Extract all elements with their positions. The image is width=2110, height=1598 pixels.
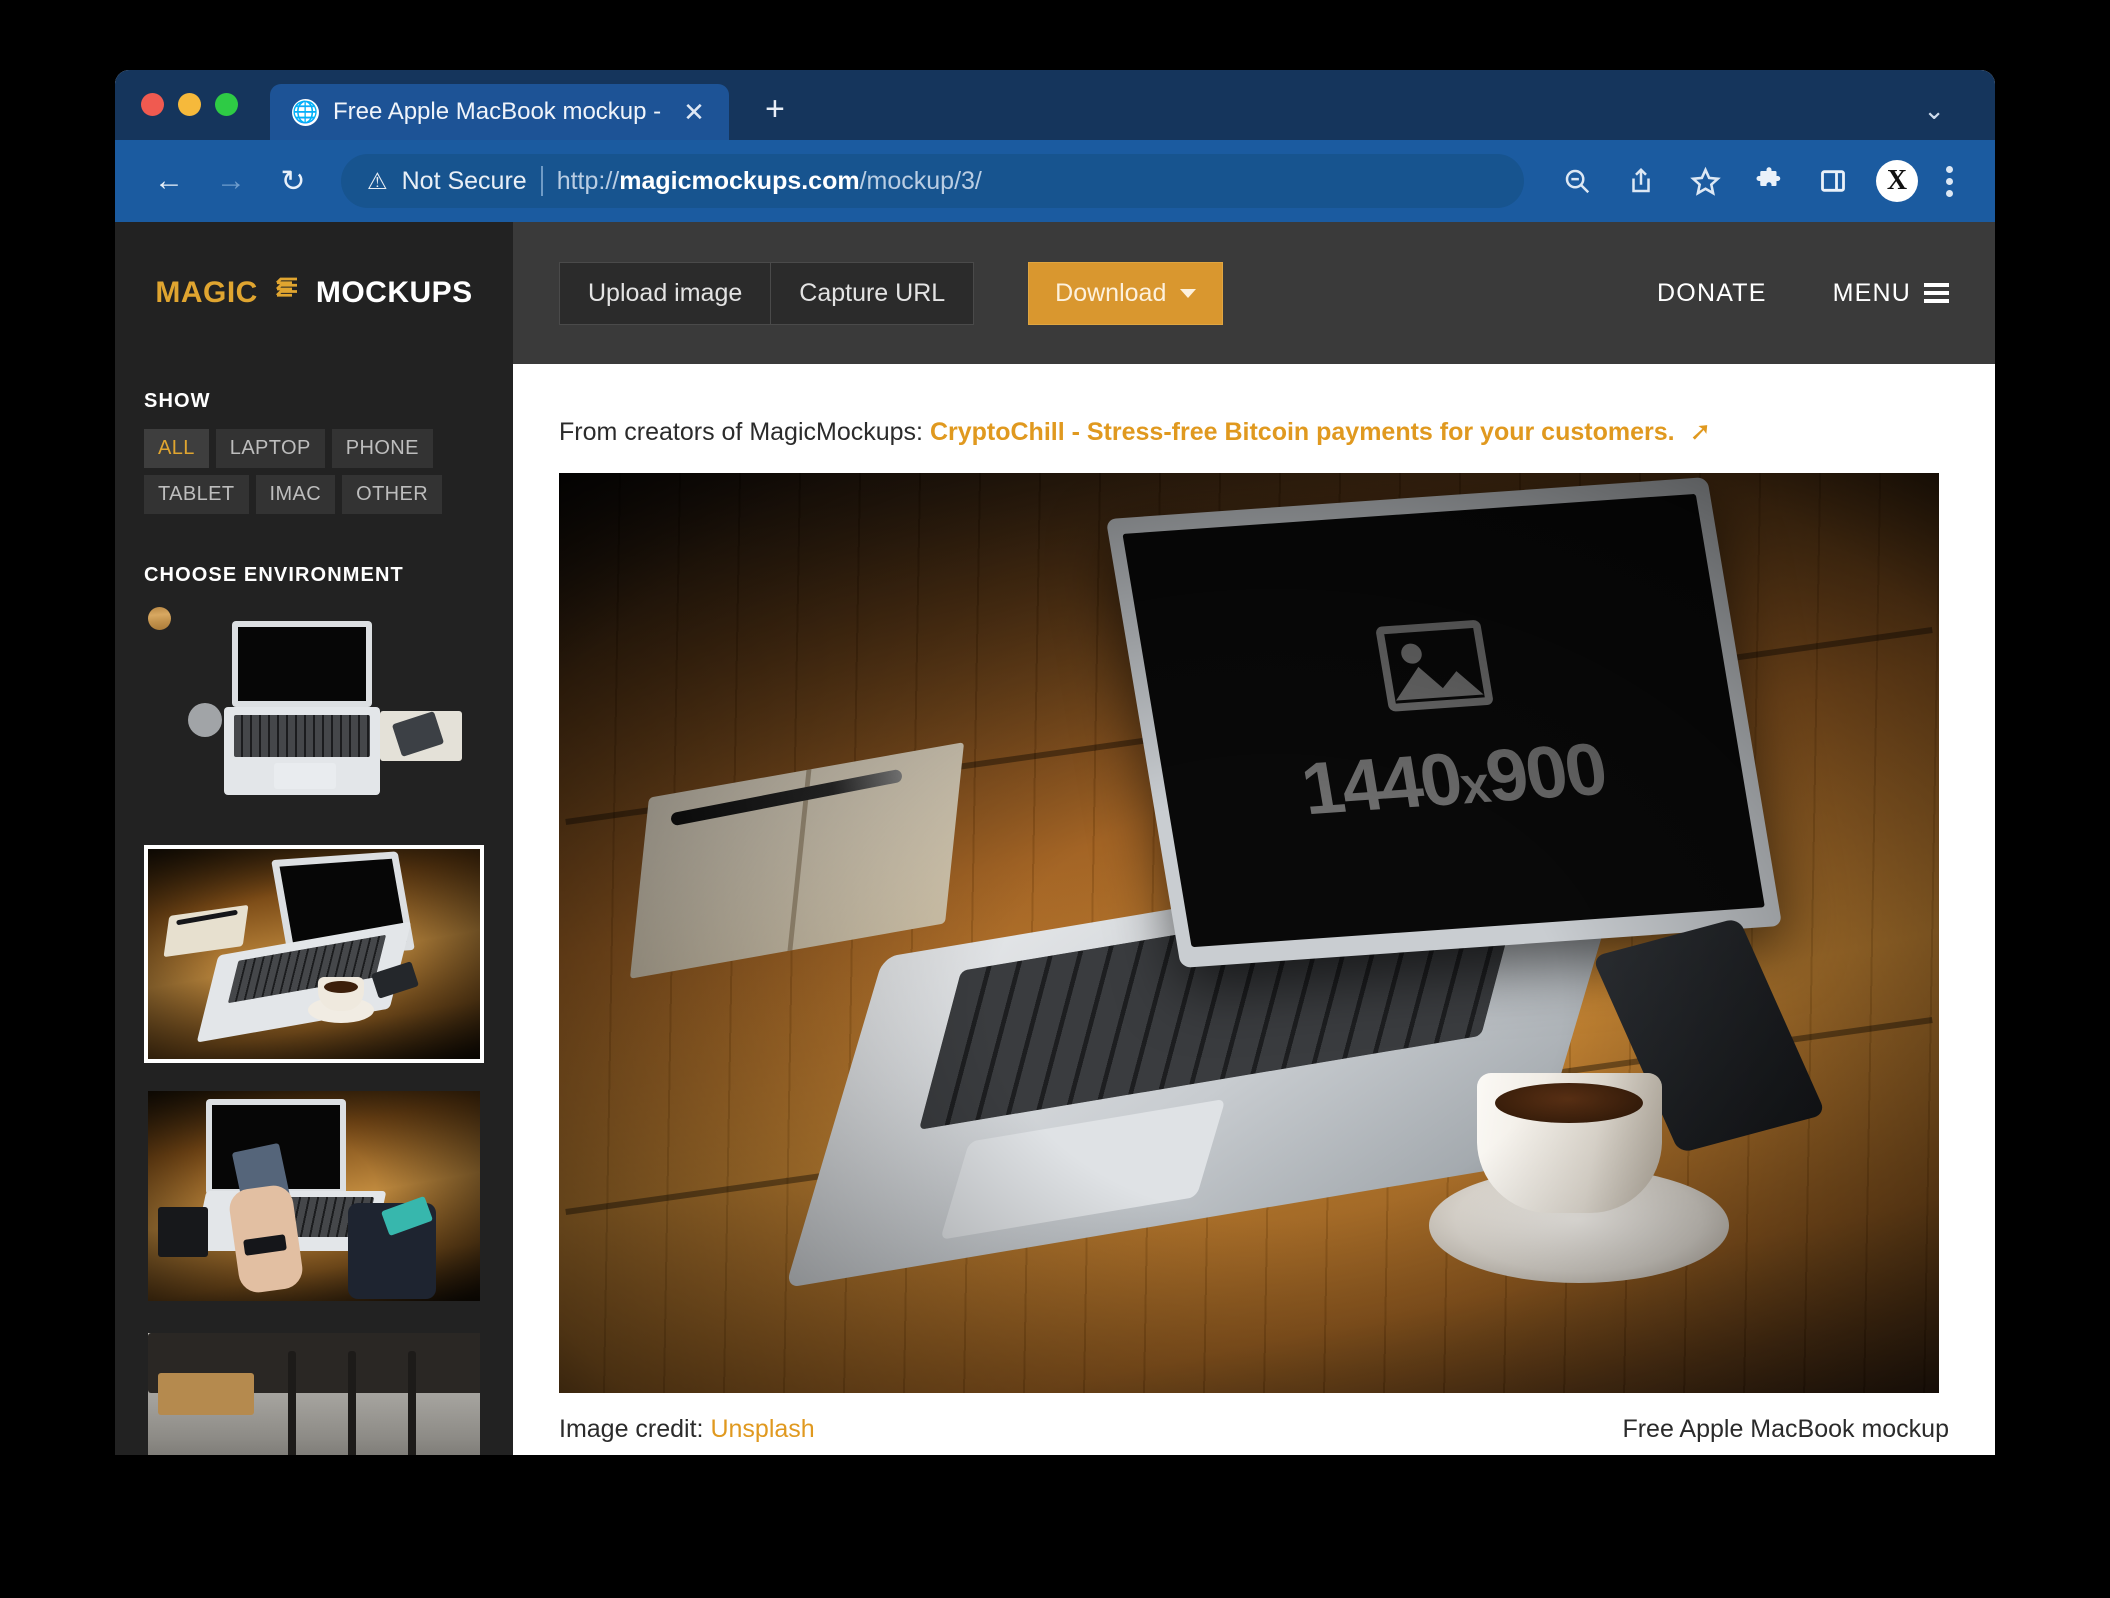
thumbnail-image	[148, 849, 480, 1059]
capture-url-button[interactable]: Capture URL	[771, 261, 975, 325]
side-panel-icon[interactable]	[1806, 154, 1860, 208]
arrow-right-icon: ➚	[1689, 416, 1712, 446]
donate-link[interactable]: DONATE	[1657, 279, 1767, 308]
window-traffic-lights	[141, 70, 238, 140]
promo-banner: From creators of MagicMockups: CryptoChi…	[513, 364, 1995, 447]
filter-chip-tablet[interactable]: TABLET	[144, 475, 249, 514]
browser-tab-active[interactable]: 🌐 Free Apple MacBook mockup - ✕	[270, 84, 729, 140]
download-button-label: Download	[1055, 278, 1167, 307]
mockup-preview-image[interactable]: 1440x900	[559, 473, 1939, 1393]
hamburger-menu-icon	[1924, 283, 1949, 303]
filter-chip-group: ALL LAPTOP PHONE TABLET IMAC OTHER	[115, 429, 513, 514]
menu-button[interactable]: MENU	[1833, 279, 1949, 308]
mockup-title: Free Apple MacBook mockup	[1622, 1415, 1949, 1443]
close-window-button[interactable]	[141, 92, 164, 116]
app-header: Upload image Capture URL Download DONATE…	[513, 222, 1995, 364]
environment-thumbnail-laptop-coffee[interactable]	[144, 845, 484, 1063]
share-icon[interactable]	[1614, 154, 1668, 208]
filter-chip-other[interactable]: OTHER	[342, 475, 443, 514]
stacked-layers-icon	[272, 274, 302, 312]
environment-thumbnail-laptop-topdown[interactable]	[144, 603, 484, 821]
url-text: http://magicmockups.com/mockup/3/	[557, 167, 982, 196]
image-credit-prefix: Image credit:	[559, 1415, 704, 1443]
minimize-window-button[interactable]	[178, 92, 201, 116]
browser-window: 🌐 Free Apple MacBook mockup - ✕ + ⌄ ← → …	[115, 70, 1995, 1455]
brand-mockups-text: MOCKUPS	[315, 276, 473, 309]
promo-prefix: From creators of MagicMockups:	[559, 418, 923, 446]
url-host: magicmockups.com	[619, 166, 860, 195]
chevron-down-icon	[1180, 288, 1197, 298]
maximize-window-button[interactable]	[215, 92, 238, 116]
show-heading: SHOW	[144, 390, 211, 412]
header-right-group: DONATE MENU	[1657, 279, 1949, 308]
new-tab-button[interactable]: +	[765, 92, 785, 126]
not-secure-warning-icon: ⚠	[367, 167, 388, 194]
brand-logo[interactable]: MAGIC MOCKUPS	[115, 222, 513, 364]
mockup-footer: Image credit: Unsplash Free Apple MacBoo…	[559, 1415, 1949, 1444]
main-column: Upload image Capture URL Download DONATE…	[513, 222, 1995, 1455]
filter-chip-all[interactable]: ALL	[144, 429, 209, 468]
browser-toolbar: ← → ↻ ⚠ Not Secure http://magicmockups.c…	[115, 140, 1995, 222]
environment-section: CHOOSE ENVIRONMENT	[115, 514, 513, 1455]
address-bar[interactable]: ⚠ Not Secure http://magicmockups.com/moc…	[341, 154, 1524, 208]
unsplash-link[interactable]: Unsplash	[710, 1415, 814, 1443]
browser-menu-button[interactable]	[1934, 165, 1965, 197]
upload-image-button[interactable]: Upload image	[559, 261, 772, 325]
extensions-puzzle-icon[interactable]	[1742, 154, 1796, 208]
environment-thumbnail-person-phone[interactable]	[144, 1087, 484, 1305]
sidebar: MAGIC MOCKUPS SHOW ALL LAPTOP PHONE TABL…	[115, 222, 513, 1455]
filter-chip-phone[interactable]: PHONE	[331, 429, 433, 468]
security-status-label: Not Secure	[401, 166, 527, 195]
thumbnail-image	[148, 1333, 480, 1455]
filter-chip-laptop[interactable]: LAPTOP	[215, 429, 325, 468]
show-section: SHOW ALL LAPTOP PHONE TABLET IMAC OTHER	[115, 364, 513, 514]
profile-avatar[interactable]: X	[1876, 160, 1918, 202]
brand-magic-text: MAGIC	[155, 276, 258, 309]
environment-heading: CHOOSE ENVIRONMENT	[144, 564, 404, 586]
menu-button-label: MENU	[1832, 278, 1911, 307]
close-icon[interactable]: ✕	[675, 99, 713, 125]
reload-button[interactable]: ↻	[267, 155, 319, 207]
browser-tab-title: Free Apple MacBook mockup -	[333, 98, 662, 125]
environment-thumbnail-list	[115, 603, 513, 1455]
url-scheme: http://	[556, 166, 620, 195]
thumbnail-image	[148, 607, 480, 817]
thumbnail-image	[148, 1091, 480, 1301]
tab-strip: 🌐 Free Apple MacBook mockup - ✕ + ⌄	[115, 70, 1995, 140]
url-path: /mockup/3/	[859, 166, 982, 195]
forward-button[interactable]: →	[205, 155, 257, 207]
content-area: From creators of MagicMockups: CryptoChi…	[513, 364, 1995, 1455]
page-viewport: MAGIC MOCKUPS SHOW ALL LAPTOP PHONE TABL…	[115, 222, 1995, 1455]
photo-vignette	[559, 473, 1939, 1393]
filter-chip-imac[interactable]: IMAC	[255, 475, 336, 514]
chevron-down-icon[interactable]: ⌄	[1923, 95, 1945, 126]
promo-link[interactable]: CryptoChill - Stress-free Bitcoin paymen…	[930, 418, 1675, 446]
zoom-out-icon[interactable]	[1550, 154, 1604, 208]
environment-thumbnail-cafe-window[interactable]	[144, 1329, 484, 1455]
globe-icon: 🌐	[292, 98, 319, 126]
back-button[interactable]: ←	[143, 155, 195, 207]
omnibox-divider	[540, 166, 543, 196]
download-button[interactable]: Download	[1028, 261, 1224, 325]
bookmark-star-icon[interactable]	[1678, 154, 1732, 208]
image-credit: Image credit: Unsplash	[559, 1415, 815, 1444]
